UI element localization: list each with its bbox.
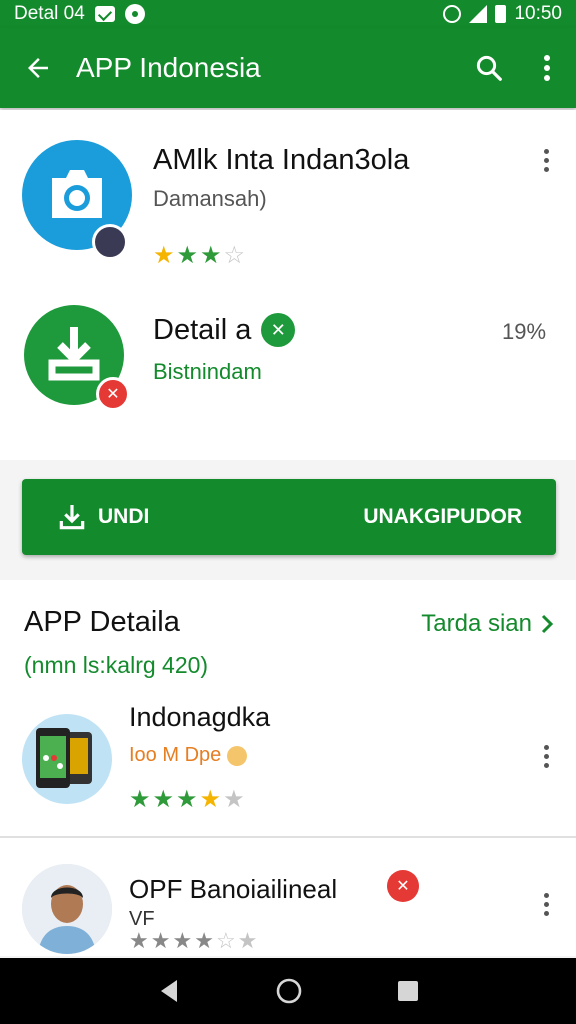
install-button[interactable]: UNDI UNAKGIPUDOR: [22, 479, 556, 555]
star-icon: ★: [172, 928, 193, 953]
more-vert-icon[interactable]: [531, 884, 561, 924]
system-nav-bar: [0, 958, 576, 1024]
nav-home-icon[interactable]: [275, 977, 303, 1005]
install-right-label: UNAKGIPUDOR: [363, 505, 522, 528]
see-more-label: Tarda sian: [421, 610, 532, 637]
status-bar: Detal 04 10:50: [0, 0, 576, 28]
item-meta: Ioo M Dpe: [129, 744, 222, 766]
star-icon: ★: [129, 928, 149, 953]
search-icon[interactable]: [460, 28, 518, 108]
star-icon: ★: [237, 928, 258, 953]
star-icon: ★: [176, 786, 198, 813]
app-details-section: APP Detaila Tarda sian (nmn ls:kalrg 420…: [0, 580, 576, 956]
close-icon[interactable]: ✕: [261, 313, 296, 347]
notification-icon: [124, 4, 145, 24]
nav-back-icon[interactable]: [157, 978, 181, 1004]
page-title: APP Indonesia: [76, 52, 261, 83]
app-bar: APP Indonesia: [0, 28, 576, 108]
error-badge-icon: ✕: [96, 377, 130, 411]
phones-thumbnail: [22, 714, 112, 804]
more-vert-icon[interactable]: [531, 736, 561, 776]
status-time: 10:50: [514, 3, 562, 24]
download-app-icon: ✕: [24, 305, 130, 411]
emoji-icon: [227, 745, 248, 766]
star-icon: ☆: [223, 242, 246, 269]
nav-recents-icon[interactable]: [397, 980, 419, 1002]
app-name: AMlk Inta Indan3ola: [153, 144, 410, 176]
app-name: Detail a: [153, 313, 252, 346]
mail-icon: [94, 6, 115, 22]
list-item[interactable]: Indonagdka Ioo M Dpe ★ ★ ★ ★ ★: [0, 702, 576, 836]
star-icon: ★: [199, 786, 222, 813]
star-icon: ☆: [215, 928, 236, 953]
item-meta-wrap: Ioo M Dpe: [129, 744, 248, 767]
star-icon: ★: [129, 786, 151, 813]
person-avatar: [22, 864, 112, 954]
star-icon: ★: [153, 242, 175, 269]
star-icon: ★: [223, 786, 245, 813]
rating-stars: ★ ★ ★ ★ ☆ ★: [129, 930, 257, 952]
more-vert-icon[interactable]: [518, 28, 576, 108]
app-subtitle: Damansah): [153, 186, 267, 211]
avatar-badge: [92, 224, 128, 260]
see-more-link[interactable]: Tarda sian: [421, 610, 554, 638]
item-name: Indonagdka: [129, 702, 271, 732]
section-subtitle: (nmn ls:kalrg 420): [24, 652, 209, 678]
back-arrow-icon[interactable]: [0, 28, 76, 108]
camera-app-icon: [22, 140, 132, 260]
download-icon: [59, 505, 85, 530]
status-text: Detal 04: [14, 3, 85, 24]
app-subtitle: Bistnindam: [153, 359, 262, 384]
signal-icon: [469, 5, 488, 23]
install-left-label: UNDI: [98, 505, 150, 528]
star-icon: ★: [176, 242, 199, 269]
rating-stars: ★ ★ ★ ☆: [153, 244, 245, 268]
more-vert-icon[interactable]: [531, 140, 561, 180]
star-icon: ★: [200, 242, 222, 269]
top-apps-card: AMlk Inta Indan3ola Damansah) ★ ★ ★ ☆ ✕ …: [0, 110, 576, 460]
list-item[interactable]: OPF Banoiailineal ✕ VF ★ ★ ★ ★ ☆ ★: [0, 838, 576, 956]
star-icon: ★: [194, 928, 214, 953]
progress-percent: 19%: [502, 319, 547, 344]
app-row[interactable]: AMlk Inta Indan3ola Damansah) ★ ★ ★ ☆: [0, 110, 576, 285]
item-name: OPF Banoiailineal: [129, 874, 338, 904]
rating-stars: ★ ★ ★ ★ ★: [129, 788, 245, 812]
alarm-icon: [443, 5, 462, 23]
star-icon: ★: [150, 928, 171, 953]
section-title: APP Detaila: [24, 606, 180, 638]
error-badge-icon[interactable]: ✕: [387, 870, 419, 902]
app-name-wrap: Detail a ✕: [153, 313, 296, 347]
star-icon: ★: [152, 786, 175, 813]
battery-icon: [495, 5, 507, 23]
app-row[interactable]: ✕ Detail a ✕ Bistnindam 19%: [0, 285, 576, 460]
chevron-right-icon: [541, 614, 554, 634]
